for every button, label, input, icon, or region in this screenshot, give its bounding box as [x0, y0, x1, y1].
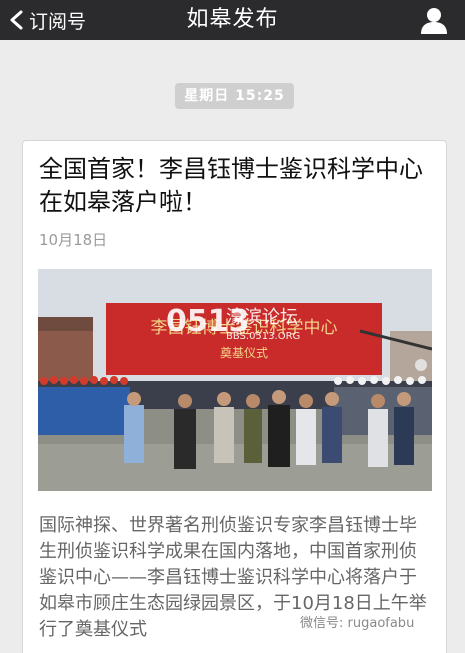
forum-name: 濠滨论坛	[226, 307, 298, 328]
banner-subtext: 奠基仪式	[220, 345, 268, 360]
back-button[interactable]: 订阅号	[6, 0, 86, 40]
article-card[interactable]: 全国首家！李昌钰博士鉴识科学中心在如皋落户啦！ 10月18日 李昌钰博士鉴识科学…	[22, 140, 447, 653]
back-label: 订阅号	[29, 10, 87, 33]
forum-url: BBS.0513.ORG	[226, 331, 300, 342]
ceremony-photo: 李昌钰博士鉴识科学中心 奠基仪式 0513 濠滨论坛 BBS.0513.ORG	[38, 269, 432, 491]
article-title[interactable]: 全国首家！李昌钰博士鉴识科学中心在如皋落户啦！	[39, 153, 431, 219]
chevron-left-icon	[10, 10, 23, 30]
user-icon[interactable]	[419, 6, 449, 34]
article-date: 10月18日	[39, 231, 108, 249]
article-cover-image[interactable]: 李昌钰博士鉴识科学中心 奠基仪式 0513 濠滨论坛 BBS.0513.ORG	[38, 269, 432, 491]
wechat-id-watermark: 微信号: rugaofabu	[300, 616, 415, 631]
top-nav-bar: 订阅号 如皋发布	[0, 0, 465, 40]
timestamp-badge: 星期日 15:25	[175, 83, 294, 109]
